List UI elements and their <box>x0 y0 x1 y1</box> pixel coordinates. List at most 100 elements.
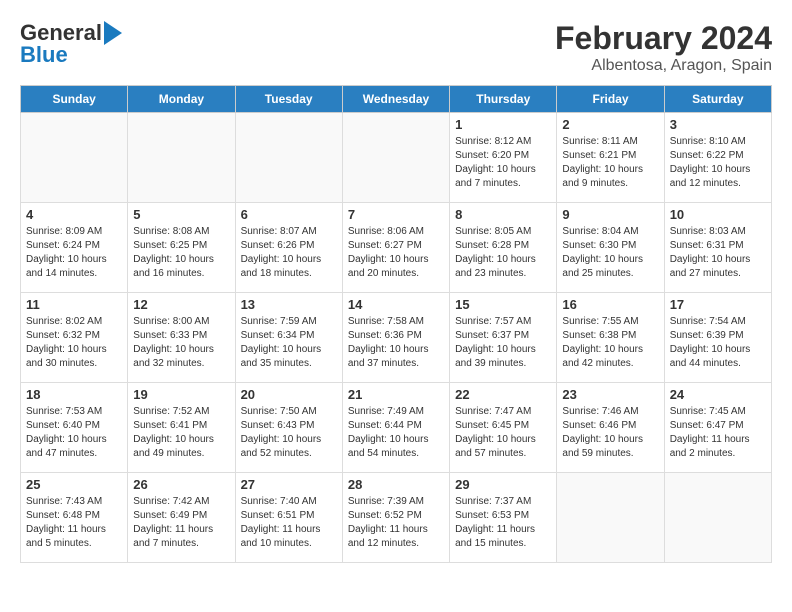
calendar-weekday-header: Tuesday <box>235 86 342 113</box>
day-info: Sunrise: 7:49 AM Sunset: 6:44 PM Dayligh… <box>348 405 444 461</box>
calendar-day-cell: 13Sunrise: 7:59 AM Sunset: 6:34 PM Dayli… <box>235 293 342 383</box>
calendar-week-row: 18 Sunrise: 7:53 AM Sunset: 6:40 PM Dayli… <box>21 383 772 473</box>
logo: General Blue <box>20 20 122 68</box>
day-info: Sunrise: 8:09 AM Sunset: 6:24 PM Dayligh… <box>26 225 122 281</box>
day-number: 6 <box>241 207 337 222</box>
day-number: 7 <box>348 207 444 222</box>
calendar-day-cell <box>557 473 664 563</box>
calendar-day-cell <box>128 113 235 203</box>
calendar-weekday-header: Wednesday <box>342 86 449 113</box>
day-info: Sunrise: 8:03 AM Sunset: 6:31 PM Dayligh… <box>670 225 766 281</box>
day-number: 24 <box>670 387 766 402</box>
calendar-day-cell: 15 Sunrise: 7:57 AM Sunset: 6:37 PM Dayli… <box>450 293 557 383</box>
calendar-table: SundayMondayTuesdayWednesdayThursdayFrid… <box>20 85 772 563</box>
calendar-day-cell: 29Sunrise: 7:37 AM Sunset: 6:53 PM Dayli… <box>450 473 557 563</box>
location-subtitle: Albentosa, Aragon, Spain <box>555 57 772 75</box>
calendar-day-cell <box>342 113 449 203</box>
calendar-header-row: SundayMondayTuesdayWednesdayThursdayFrid… <box>21 86 772 113</box>
calendar-day-cell: 21 Sunrise: 7:49 AM Sunset: 6:44 PM Dayli… <box>342 383 449 473</box>
day-number: 1 <box>455 117 551 132</box>
day-number: 22 <box>455 387 551 402</box>
calendar-day-cell: 12 Sunrise: 8:00 AM Sunset: 6:33 PM Dayli… <box>128 293 235 383</box>
day-number: 27 <box>241 477 337 492</box>
day-info: Sunrise: 8:06 AM Sunset: 6:27 PM Dayligh… <box>348 225 444 281</box>
calendar-day-cell: 6 Sunrise: 8:07 AM Sunset: 6:26 PM Daylig… <box>235 203 342 293</box>
day-number: 2 <box>562 117 658 132</box>
calendar-weekday-header: Saturday <box>664 86 771 113</box>
day-number: 4 <box>26 207 122 222</box>
day-info: Sunrise: 7:46 AM Sunset: 6:46 PM Dayligh… <box>562 405 658 461</box>
day-info: Sunrise: 7:50 AM Sunset: 6:43 PM Dayligh… <box>241 405 337 461</box>
day-info: Sunrise: 8:02 AM Sunset: 6:32 PM Dayligh… <box>26 315 122 371</box>
calendar-weekday-header: Thursday <box>450 86 557 113</box>
day-info: Sunrise: 7:54 AM Sunset: 6:39 PM Dayligh… <box>670 315 766 371</box>
day-number: 29 <box>455 477 551 492</box>
day-info: Sunrise: 8:10 AM Sunset: 6:22 PM Dayligh… <box>670 135 766 191</box>
day-info: Sunrise: 8:04 AM Sunset: 6:30 PM Dayligh… <box>562 225 658 281</box>
day-number: 18 <box>26 387 122 402</box>
calendar-week-row: 11 Sunrise: 8:02 AM Sunset: 6:32 PM Dayli… <box>21 293 772 383</box>
calendar-week-row: 1 Sunrise: 8:12 AM Sunset: 6:20 PM Daylig… <box>21 113 772 203</box>
calendar-day-cell: 22 Sunrise: 7:47 AM Sunset: 6:45 PM Dayli… <box>450 383 557 473</box>
calendar-day-cell: 20 Sunrise: 7:50 AM Sunset: 6:43 PM Dayli… <box>235 383 342 473</box>
day-info: Sunrise: 7:45 AM Sunset: 6:47 PM Dayligh… <box>670 405 766 461</box>
day-number: 13 <box>241 297 337 312</box>
day-info: Sunrise: 7:43 AM Sunset: 6:48 PM Dayligh… <box>26 495 122 551</box>
logo-arrow-icon <box>104 21 122 45</box>
calendar-day-cell <box>235 113 342 203</box>
day-info: Sunrise: 8:12 AM Sunset: 6:20 PM Dayligh… <box>455 135 551 191</box>
day-number: 28 <box>348 477 444 492</box>
day-info: Sunrise: 7:40 AM Sunset: 6:51 PM Dayligh… <box>241 495 337 551</box>
calendar-day-cell: 4 Sunrise: 8:09 AM Sunset: 6:24 PM Daylig… <box>21 203 128 293</box>
calendar-day-cell: 26Sunrise: 7:42 AM Sunset: 6:49 PM Dayli… <box>128 473 235 563</box>
day-number: 17 <box>670 297 766 312</box>
day-info: Sunrise: 7:47 AM Sunset: 6:45 PM Dayligh… <box>455 405 551 461</box>
day-info: Sunrise: 7:53 AM Sunset: 6:40 PM Dayligh… <box>26 405 122 461</box>
page-header: General Blue February 2024 Albentosa, Ar… <box>20 20 772 75</box>
calendar-weekday-header: Monday <box>128 86 235 113</box>
day-info: Sunrise: 7:39 AM Sunset: 6:52 PM Dayligh… <box>348 495 444 551</box>
day-info: Sunrise: 7:42 AM Sunset: 6:49 PM Dayligh… <box>133 495 229 551</box>
calendar-day-cell: 24 Sunrise: 7:45 AM Sunset: 6:47 PM Dayli… <box>664 383 771 473</box>
day-number: 11 <box>26 297 122 312</box>
day-number: 5 <box>133 207 229 222</box>
calendar-day-cell: 23 Sunrise: 7:46 AM Sunset: 6:46 PM Dayli… <box>557 383 664 473</box>
calendar-weekday-header: Sunday <box>21 86 128 113</box>
calendar-day-cell: 2 Sunrise: 8:11 AM Sunset: 6:21 PM Daylig… <box>557 113 664 203</box>
calendar-day-cell: 14Sunrise: 7:58 AM Sunset: 6:36 PM Dayli… <box>342 293 449 383</box>
calendar-day-cell: 17 Sunrise: 7:54 AM Sunset: 6:39 PM Dayli… <box>664 293 771 383</box>
title-block: February 2024 Albentosa, Aragon, Spain <box>555 20 772 75</box>
day-number: 23 <box>562 387 658 402</box>
calendar-week-row: 4 Sunrise: 8:09 AM Sunset: 6:24 PM Daylig… <box>21 203 772 293</box>
day-number: 9 <box>562 207 658 222</box>
calendar-day-cell: 25 Sunrise: 7:43 AM Sunset: 6:48 PM Dayli… <box>21 473 128 563</box>
day-info: Sunrise: 8:11 AM Sunset: 6:21 PM Dayligh… <box>562 135 658 191</box>
day-number: 21 <box>348 387 444 402</box>
calendar-day-cell: 16Sunrise: 7:55 AM Sunset: 6:38 PM Dayli… <box>557 293 664 383</box>
day-number: 20 <box>241 387 337 402</box>
day-info: Sunrise: 7:52 AM Sunset: 6:41 PM Dayligh… <box>133 405 229 461</box>
calendar-day-cell: 3 Sunrise: 8:10 AM Sunset: 6:22 PM Daylig… <box>664 113 771 203</box>
calendar-day-cell: 11 Sunrise: 8:02 AM Sunset: 6:32 PM Dayli… <box>21 293 128 383</box>
day-info: Sunrise: 8:05 AM Sunset: 6:28 PM Dayligh… <box>455 225 551 281</box>
calendar-day-cell: 8 Sunrise: 8:05 AM Sunset: 6:28 PM Daylig… <box>450 203 557 293</box>
calendar-day-cell: 18 Sunrise: 7:53 AM Sunset: 6:40 PM Dayli… <box>21 383 128 473</box>
calendar-day-cell: 28 Sunrise: 7:39 AM Sunset: 6:52 PM Dayli… <box>342 473 449 563</box>
day-number: 15 <box>455 297 551 312</box>
day-info: Sunrise: 8:00 AM Sunset: 6:33 PM Dayligh… <box>133 315 229 371</box>
calendar-day-cell: 5 Sunrise: 8:08 AM Sunset: 6:25 PM Daylig… <box>128 203 235 293</box>
calendar-day-cell: 27 Sunrise: 7:40 AM Sunset: 6:51 PM Dayli… <box>235 473 342 563</box>
calendar-day-cell <box>21 113 128 203</box>
day-number: 3 <box>670 117 766 132</box>
calendar-weekday-header: Friday <box>557 86 664 113</box>
day-info: Sunrise: 8:08 AM Sunset: 6:25 PM Dayligh… <box>133 225 229 281</box>
day-info: Sunrise: 7:57 AM Sunset: 6:37 PM Dayligh… <box>455 315 551 371</box>
calendar-day-cell: 10Sunrise: 8:03 AM Sunset: 6:31 PM Dayli… <box>664 203 771 293</box>
day-number: 8 <box>455 207 551 222</box>
day-info: Sunrise: 8:07 AM Sunset: 6:26 PM Dayligh… <box>241 225 337 281</box>
day-number: 12 <box>133 297 229 312</box>
calendar-day-cell: 9 Sunrise: 8:04 AM Sunset: 6:30 PM Daylig… <box>557 203 664 293</box>
day-info: Sunrise: 7:55 AM Sunset: 6:38 PM Dayligh… <box>562 315 658 371</box>
day-number: 25 <box>26 477 122 492</box>
calendar-day-cell: 19Sunrise: 7:52 AM Sunset: 6:41 PM Dayli… <box>128 383 235 473</box>
